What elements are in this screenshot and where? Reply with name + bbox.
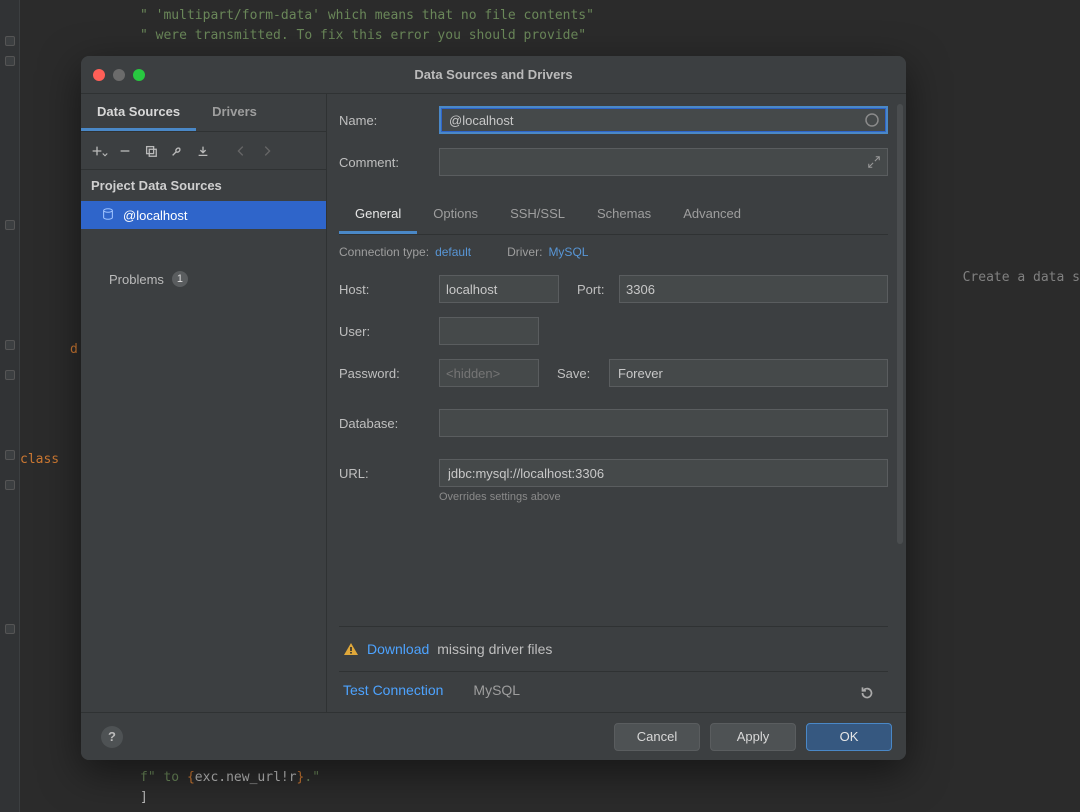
bg-code-keyword: d: [70, 340, 78, 360]
dialog-button-row: ? Cancel Apply OK: [81, 712, 906, 760]
ok-button[interactable]: OK: [806, 723, 892, 751]
bg-code-line-1: " 'multipart/form-data' which means that…: [140, 6, 594, 46]
download-rest-text: missing driver files: [437, 641, 552, 657]
import-button[interactable]: [191, 139, 215, 163]
minimize-button[interactable]: [113, 69, 125, 81]
cancel-button[interactable]: Cancel: [614, 723, 700, 751]
tab-drivers[interactable]: Drivers: [196, 94, 273, 131]
password-label: Password:: [339, 366, 439, 381]
tab-schemas[interactable]: Schemas: [581, 196, 667, 234]
warning-icon: [343, 641, 359, 657]
connection-type-link[interactable]: default: [435, 245, 471, 259]
left-pane: Data Sources Drivers Project Data Source…: [81, 94, 327, 712]
host-input[interactable]: [439, 275, 559, 303]
name-label: Name:: [339, 113, 439, 128]
wrench-icon[interactable]: [165, 139, 189, 163]
url-hint: Overrides settings above: [439, 491, 888, 503]
expand-icon[interactable]: [867, 155, 881, 169]
revert-icon[interactable]: [858, 684, 876, 702]
window-controls: [93, 69, 145, 81]
tab-advanced[interactable]: Advanced: [667, 196, 757, 234]
comment-input[interactable]: [439, 148, 888, 176]
save-select[interactable]: Forever: [609, 359, 888, 387]
test-connection-row: Test Connection MySQL: [339, 671, 888, 712]
problems-item[interactable]: Problems 1: [81, 263, 326, 295]
left-toolbar: [81, 132, 326, 170]
problems-label: Problems: [109, 272, 164, 287]
user-input[interactable]: [439, 317, 539, 345]
bg-code-bottom-line: f" to {exc.new_url!r}." ]: [140, 768, 320, 808]
close-button[interactable]: [93, 69, 105, 81]
test-connection-link[interactable]: Test Connection: [343, 682, 443, 698]
right-pane: Name: Comment: General Options SSH/SSL: [327, 94, 906, 712]
comment-label: Comment:: [339, 155, 439, 170]
tab-ssh-ssl[interactable]: SSH/SSL: [494, 196, 581, 234]
tab-general[interactable]: General: [339, 196, 417, 234]
database-label: Database:: [339, 416, 439, 431]
dialog-titlebar[interactable]: Data Sources and Drivers: [81, 56, 906, 94]
problems-count-badge: 1: [172, 271, 188, 287]
tab-options[interactable]: Options: [417, 196, 494, 234]
port-input[interactable]: [619, 275, 888, 303]
dialog-title: Data Sources and Drivers: [414, 67, 572, 82]
driver-name-text: MySQL: [473, 682, 520, 698]
bg-right-hint: Create a data s: [963, 268, 1080, 288]
driver-label: Driver:: [507, 245, 542, 259]
scrollbar[interactable]: [897, 104, 903, 544]
user-label: User:: [339, 324, 439, 339]
download-link[interactable]: Download: [367, 641, 429, 657]
help-button[interactable]: ?: [101, 726, 123, 748]
url-label: URL:: [339, 466, 439, 481]
tab-data-sources[interactable]: Data Sources: [81, 94, 196, 131]
copy-button[interactable]: [139, 139, 163, 163]
host-label: Host:: [339, 282, 439, 297]
save-label: Save:: [539, 366, 609, 381]
editor-gutter: [0, 0, 20, 812]
driver-link[interactable]: MySQL: [548, 245, 588, 259]
left-tabs: Data Sources Drivers: [81, 94, 326, 132]
download-driver-row: Download missing driver files: [339, 626, 888, 671]
database-input[interactable]: [439, 409, 888, 437]
forward-button[interactable]: [255, 139, 279, 163]
database-icon: [101, 207, 115, 224]
tree-item-label: @localhost: [123, 208, 188, 223]
config-tabs: General Options SSH/SSL Schemas Advanced: [339, 196, 888, 235]
data-sources-dialog: Data Sources and Drivers Data Sources Dr…: [81, 56, 906, 760]
zoom-button[interactable]: [133, 69, 145, 81]
apply-button[interactable]: Apply: [710, 723, 796, 751]
bg-code-class-keyword: class: [20, 450, 59, 470]
url-input[interactable]: [439, 459, 888, 487]
add-button[interactable]: [87, 139, 111, 163]
back-button[interactable]: [229, 139, 253, 163]
remove-button[interactable]: [113, 139, 137, 163]
port-label: Port:: [559, 282, 619, 297]
connection-type-label: Connection type:: [339, 245, 429, 259]
tree-item-localhost[interactable]: @localhost: [81, 201, 326, 229]
tree-section-header: Project Data Sources: [81, 170, 326, 201]
name-input[interactable]: [439, 106, 888, 134]
password-input[interactable]: [439, 359, 539, 387]
